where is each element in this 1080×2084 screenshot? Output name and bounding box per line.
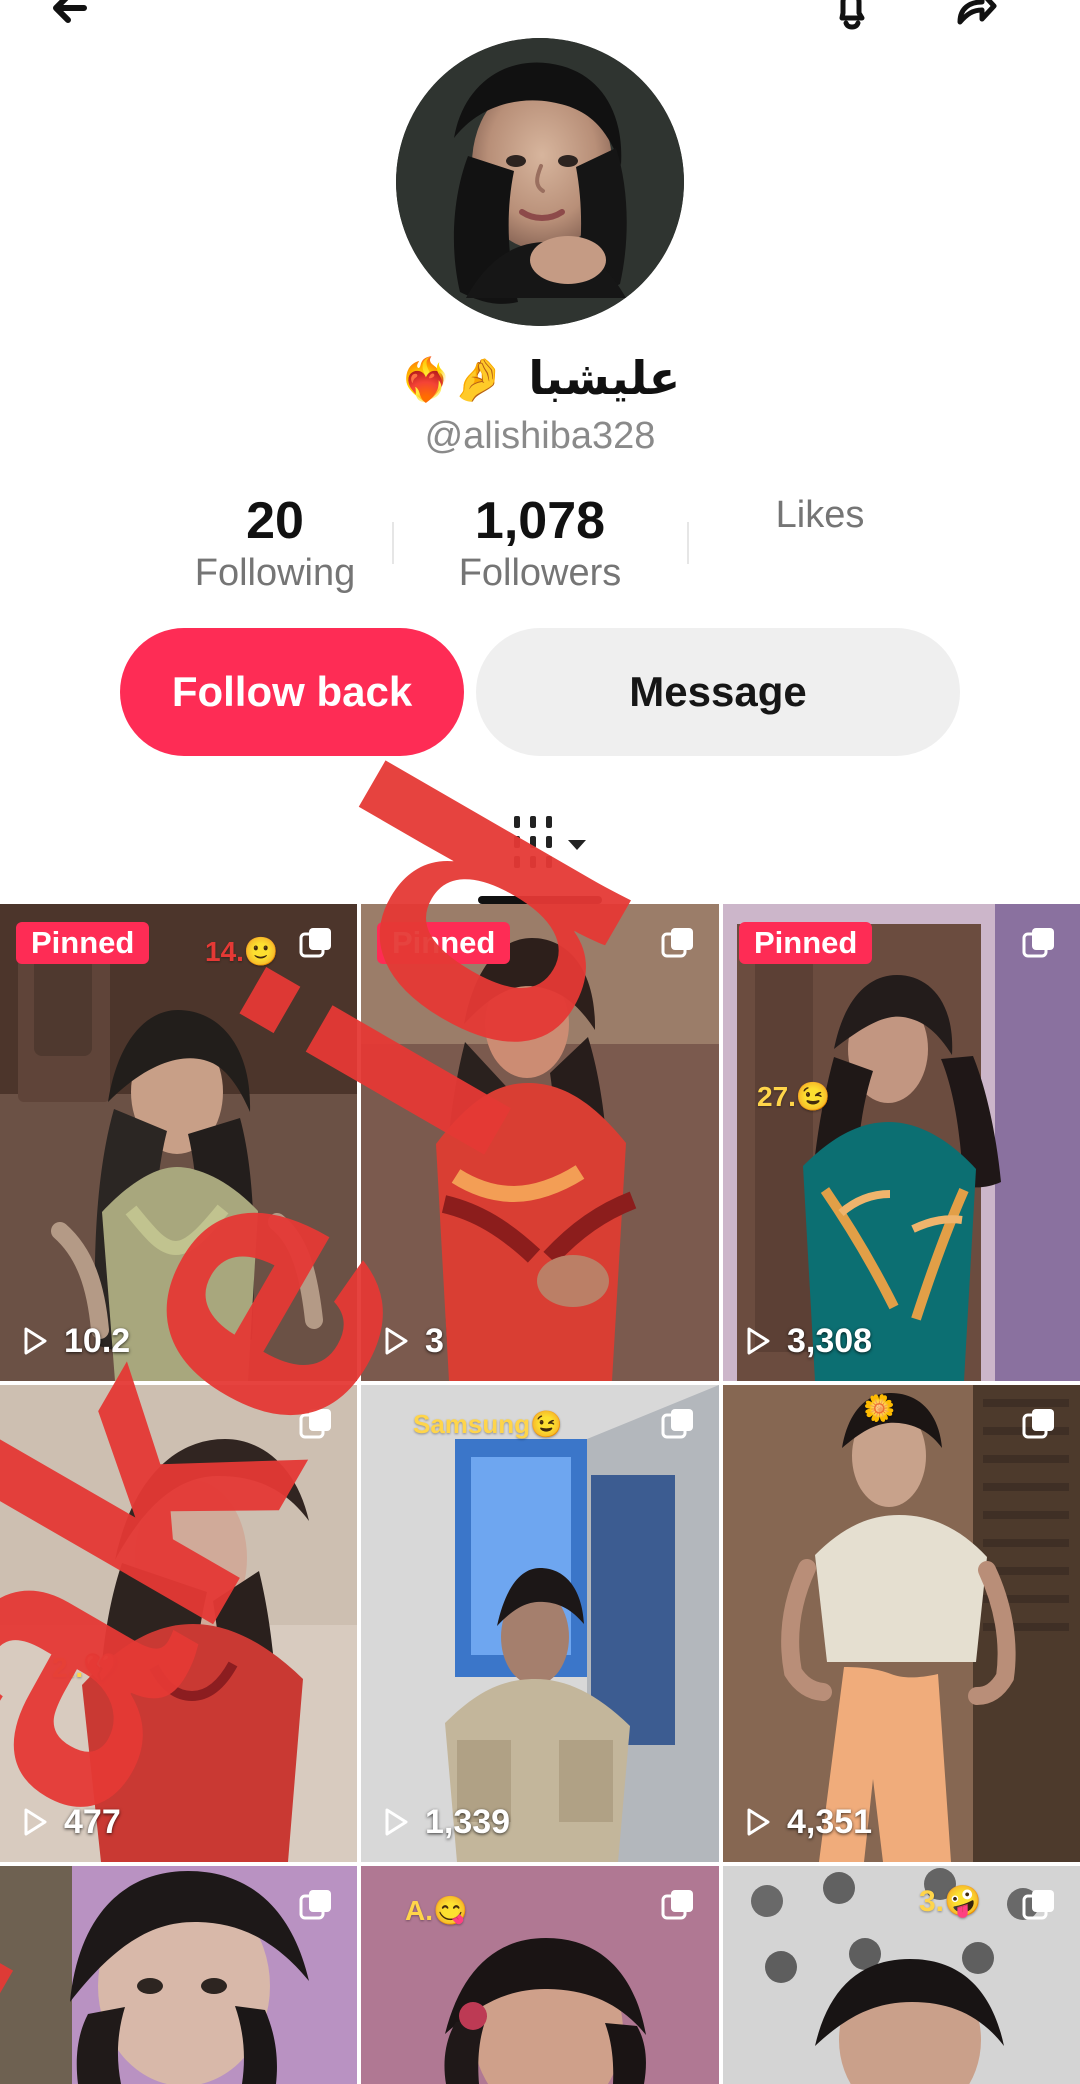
share-icon[interactable] (942, 0, 1002, 38)
display-name-emoji: ❤️‍🔥🤌 (399, 355, 505, 404)
view-count-label: 4,351 (787, 1803, 873, 1841)
followers-count: 1,078 (474, 492, 606, 550)
multi-image-icon (659, 1407, 699, 1447)
video-thumbnail (0, 904, 357, 1381)
multi-image-icon (297, 1407, 337, 1447)
video-caption: 2..💔 (52, 1652, 118, 1683)
video-tile-8[interactable]: A.😋 (361, 1866, 719, 2084)
pinned-badge: Pinned (377, 922, 511, 964)
play-icon (741, 1324, 775, 1358)
view-count: 10.2 (18, 1321, 130, 1361)
stats-divider (392, 522, 394, 564)
stat-following[interactable]: 20 Following (150, 492, 400, 602)
video-caption: Samsung😉 (413, 1409, 563, 1439)
video-thumbnail (723, 1385, 1080, 1862)
view-count: 477 (18, 1802, 121, 1842)
view-count-label: 1,339 (425, 1803, 511, 1841)
pinned-badge: Pinned (739, 922, 873, 964)
multi-image-icon (297, 1888, 337, 1928)
display-name-text: عليشبا (528, 351, 681, 405)
view-count: 1,339 (379, 1802, 510, 1842)
followers-label: Followers (458, 552, 622, 594)
following-count: 20 (246, 492, 304, 550)
view-count: 4,351 (741, 1802, 872, 1842)
view-count-label: 3 (425, 1322, 444, 1360)
play-icon (379, 1805, 413, 1839)
likes-label: Likes (775, 494, 865, 536)
video-tile-4[interactable]: 2..💔 477 (0, 1385, 357, 1862)
video-caption: 3.🤪 (919, 1885, 982, 1918)
profile-stats: 20 Following 1,078 Followers Likes (150, 492, 930, 602)
video-thumbnail (0, 1385, 357, 1862)
video-thumbnail (361, 1385, 719, 1862)
video-tile-6[interactable]: 🌼 4,351 (723, 1385, 1080, 1862)
follow-back-button[interactable]: Follow back (120, 628, 464, 756)
following-label: Following (194, 552, 356, 594)
video-tile-3[interactable]: Pinned 27.😉 3,308 (723, 904, 1080, 1381)
multi-image-icon (659, 1888, 699, 1928)
play-icon (18, 1805, 52, 1839)
username: @alishiba328 (424, 415, 656, 457)
video-caption: 14.🙂 (205, 936, 279, 967)
view-count-label: 10.2 (64, 1322, 131, 1360)
video-caption: 27.😉 (757, 1081, 831, 1112)
stat-followers[interactable]: 1,078 Followers (415, 492, 665, 602)
view-count-label: 3,308 (787, 1322, 873, 1360)
pinned-badge: Pinned (16, 922, 150, 964)
video-thumbnail (723, 904, 1080, 1381)
multi-image-icon (659, 926, 699, 966)
video-tile-5[interactable]: Samsung😉 1,339 (361, 1385, 719, 1862)
stat-likes[interactable]: Likes (695, 492, 945, 602)
video-tile-1[interactable]: Pinned 14.🙂 10.2 (0, 904, 357, 1381)
video-grid: Pinned 14.🙂 10.2 Pinned 3 Pinned 27.😉 3,… (0, 904, 1080, 2084)
top-bar (0, 0, 1080, 40)
bell-icon[interactable] (822, 0, 882, 38)
filter-grid-icon[interactable] (510, 814, 592, 870)
profile-display-name: ❤️‍🔥🤌 عليشبا (0, 350, 1080, 408)
stats-divider (687, 522, 689, 564)
multi-image-icon (1020, 926, 1060, 966)
view-count-label: 477 (64, 1803, 121, 1841)
video-tile-9[interactable]: 3.🤪 (723, 1866, 1080, 2084)
view-count: 3,308 (741, 1321, 872, 1361)
message-button[interactable]: Message (476, 628, 960, 756)
play-icon (741, 1805, 775, 1839)
play-icon (379, 1324, 413, 1358)
video-caption: 🌼 (863, 1393, 896, 1423)
video-tile-7[interactable] (0, 1866, 357, 2084)
multi-image-icon (1020, 1888, 1060, 1928)
multi-image-icon (297, 926, 337, 966)
play-icon (18, 1324, 52, 1358)
video-caption: A.😋 (405, 1895, 468, 1926)
video-thumbnail (361, 904, 719, 1381)
videos-tab-indicator (478, 896, 602, 904)
multi-image-icon (1020, 1407, 1060, 1447)
video-tile-2[interactable]: Pinned 3 (361, 904, 719, 1381)
back-arrow-icon[interactable] (42, 0, 102, 38)
view-count: 3 (379, 1321, 444, 1361)
avatar[interactable] (396, 38, 684, 326)
